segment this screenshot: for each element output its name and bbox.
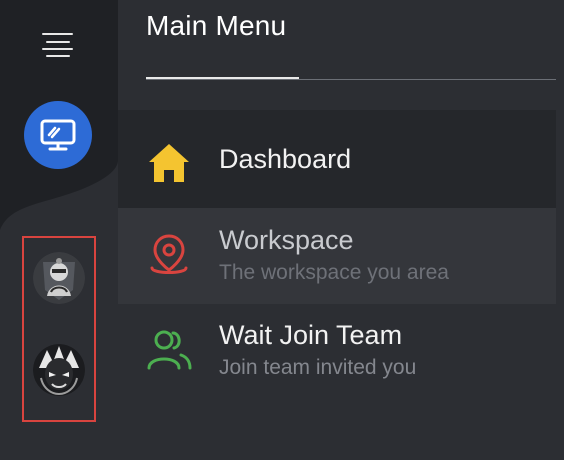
menu-item-label: Wait Join Team <box>219 320 403 350</box>
workspace-button[interactable] <box>24 101 92 169</box>
team-avatar-selection <box>22 236 96 422</box>
menu-item-label: Dashboard <box>219 144 352 174</box>
menu-item-subtitle: Join team invited you <box>219 356 417 379</box>
menu-item-wait-join-team[interactable]: Wait Join Team Join team invited you <box>118 304 556 400</box>
title-divider <box>146 79 556 80</box>
menu-item-label: Workspace <box>219 225 354 255</box>
menu-item-subtitle: The workspace you area <box>219 261 449 284</box>
menu-item-workspace[interactable]: Workspace The workspace you area <box>118 208 556 304</box>
users-icon <box>147 330 192 370</box>
location-pin-icon <box>150 234 188 274</box>
hamburger-menu-icon[interactable] <box>40 33 76 61</box>
home-icon <box>149 144 189 182</box>
page-title: Main Menu <box>146 10 287 41</box>
monitor-icon <box>40 119 76 151</box>
warrior-avatar[interactable] <box>33 344 85 396</box>
side-rail <box>0 0 118 460</box>
warrior-avatar-icon <box>33 344 85 396</box>
knight-avatar-icon <box>33 252 85 304</box>
knight-avatar[interactable] <box>33 252 85 304</box>
menu-item-dashboard[interactable]: Dashboard <box>118 110 556 208</box>
